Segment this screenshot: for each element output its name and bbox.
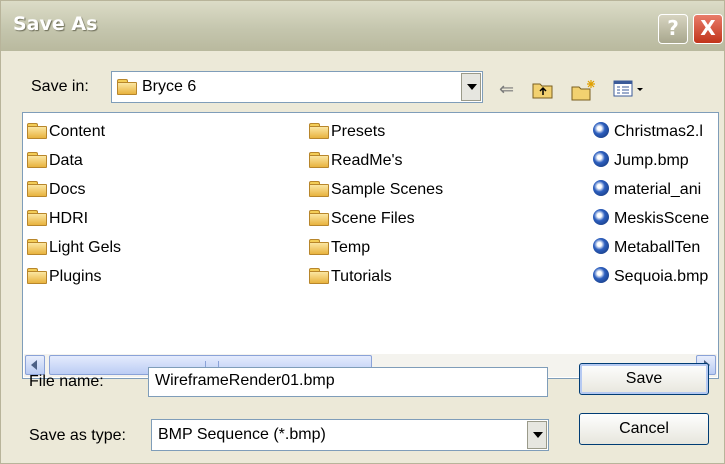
folder-icon: [27, 267, 47, 284]
folder-icon: [27, 180, 47, 197]
save-button[interactable]: Save: [579, 363, 709, 395]
folder-icon: [117, 79, 137, 95]
views-menu-icon[interactable]: [613, 79, 647, 103]
folder-icon: [27, 238, 47, 255]
bmp-file-icon: [593, 267, 609, 284]
list-item[interactable]: Docs: [27, 179, 85, 201]
chevron-down-icon[interactable]: [527, 421, 547, 449]
folder-icon: [27, 122, 47, 139]
list-item[interactable]: MetaballTen: [593, 237, 718, 259]
help-button[interactable]: ?: [658, 14, 688, 44]
save-as-dialog: Save As ? X Save in: Bryce 6 ⇐ Content D…: [0, 0, 725, 464]
save-as-type-dropdown[interactable]: BMP Sequence (*.bmp): [151, 419, 549, 451]
folder-icon: [27, 151, 47, 168]
folder-icon: [309, 180, 329, 197]
save-as-type-value: BMP Sequence (*.bmp): [158, 426, 326, 443]
back-arrow-icon[interactable]: ⇐: [499, 79, 514, 99]
list-item[interactable]: Christmas2.l: [593, 121, 718, 143]
list-item[interactable]: Scene Files: [309, 208, 415, 230]
save-in-dropdown[interactable]: Bryce 6: [111, 71, 483, 103]
list-item[interactable]: Sequoia.bmp: [593, 266, 718, 288]
save-in-label: Save in:: [31, 78, 89, 95]
list-item[interactable]: Content: [27, 121, 105, 143]
list-item[interactable]: material_ani: [593, 179, 718, 201]
list-item[interactable]: ReadMe's: [309, 150, 403, 172]
list-item[interactable]: HDRI: [27, 208, 88, 230]
file-name-input[interactable]: WireframeRender01.bmp: [148, 367, 548, 397]
folder-icon: [27, 209, 47, 226]
list-item[interactable]: Jump.bmp: [593, 150, 718, 172]
bmp-file-icon: [593, 180, 609, 197]
bmp-file-icon: [593, 238, 609, 255]
file-list[interactable]: Content Data Docs HDRI Light Gels Plugin…: [22, 112, 719, 379]
folder-icon: [309, 267, 329, 284]
folder-icon: [309, 122, 329, 139]
list-item[interactable]: MeskisScene: [593, 208, 718, 230]
list-item[interactable]: Temp: [309, 237, 370, 259]
title-bar[interactable]: Save As ? X: [1, 1, 724, 51]
file-name-label: File name:: [29, 373, 104, 390]
close-button[interactable]: X: [693, 14, 723, 44]
scroll-left-icon[interactable]: [25, 355, 45, 375]
list-item[interactable]: Sample Scenes: [309, 179, 443, 201]
dialog-title: Save As: [13, 13, 98, 35]
save-as-type-label: Save as type:: [29, 427, 126, 444]
bmp-file-icon: [593, 122, 609, 139]
list-item[interactable]: Data: [27, 150, 83, 172]
save-in-value: Bryce 6: [142, 78, 197, 95]
chevron-down-icon[interactable]: [461, 73, 481, 101]
folder-icon: [309, 238, 329, 255]
list-item[interactable]: Presets: [309, 121, 385, 143]
folder-icon: [309, 209, 329, 226]
list-item[interactable]: Tutorials: [309, 266, 392, 288]
bmp-file-icon: [593, 209, 609, 226]
list-item[interactable]: Light Gels: [27, 237, 121, 259]
list-item[interactable]: Plugins: [27, 266, 101, 288]
cancel-button[interactable]: Cancel: [579, 413, 709, 445]
bmp-file-icon: [593, 151, 609, 168]
up-folder-icon[interactable]: [532, 79, 554, 103]
new-folder-icon[interactable]: [571, 79, 597, 105]
folder-icon: [309, 151, 329, 168]
